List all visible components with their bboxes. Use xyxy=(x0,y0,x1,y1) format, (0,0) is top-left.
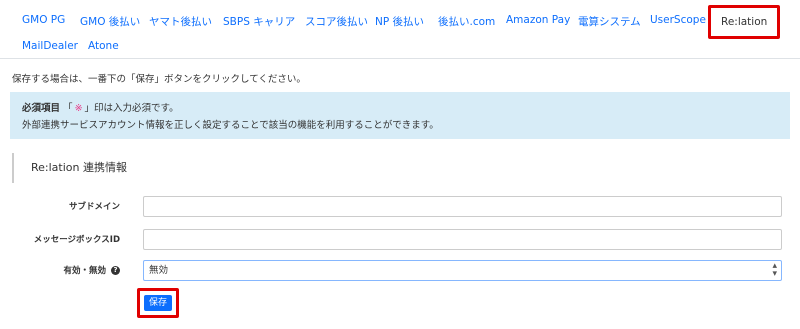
tab-densan-system[interactable]: 電算システム xyxy=(578,14,641,29)
enabled-label-wrap: 有効・無効 ? xyxy=(64,264,120,276)
enabled-label: 有効・無効 xyxy=(63,266,107,276)
subdomain-input[interactable] xyxy=(143,196,782,217)
tab-gmo-atobarai[interactable]: GMO 後払い xyxy=(80,14,140,29)
required-label: 必須項目 xyxy=(22,103,61,114)
required-line: 必須項目 「※ 」印は入力必須です。 xyxy=(22,100,778,117)
help-icon[interactable]: ? xyxy=(111,266,120,275)
alert-description: 外部連携サービスアカウント情報を正しく設定することで該当の機能を利用することがで… xyxy=(22,120,439,131)
tab-gmo-pg[interactable]: GMO PG xyxy=(22,14,65,26)
save-highlight: 保存 xyxy=(137,288,179,318)
service-tabs: GMO PG GMO 後払い ヤマト後払い SBPS キャリア スコア後払い N… xyxy=(0,0,800,59)
subdomain-row: サブドメイン xyxy=(0,196,800,218)
select-arrows-icon: ▴ ▾ xyxy=(772,261,777,279)
tab-score-atobarai[interactable]: スコア後払い xyxy=(305,14,368,29)
tab-atone[interactable]: Atone xyxy=(88,40,119,52)
save-notice: 保存する場合は、一番下の「保存」ボタンをクリックしてください。 xyxy=(12,74,306,85)
info-alert: 必須項目 「※ 」印は入力必須です。 外部連携サービスアカウント情報を正しく設定す… xyxy=(10,92,790,139)
tab-atobarai-com[interactable]: 後払い.com xyxy=(438,14,495,29)
mailbox-label: メッセージボックスID xyxy=(33,235,120,245)
required-close: 」印は入力必須です。 xyxy=(84,103,179,114)
enabled-row: 有効・無効 ? 無効 ▴ ▾ xyxy=(0,260,800,282)
required-open: 「 xyxy=(63,103,73,114)
tab-maildealer[interactable]: MailDealer xyxy=(22,40,78,52)
enabled-select-value: 無効 xyxy=(149,265,169,276)
mailbox-row: メッセージボックスID xyxy=(0,229,800,251)
subdomain-label: サブドメイン xyxy=(68,202,120,212)
enabled-select[interactable]: 無効 ▴ ▾ xyxy=(143,260,782,281)
tab-userscope[interactable]: UserScope xyxy=(650,14,706,26)
tab-amazon-pay[interactable]: Amazon Pay xyxy=(506,14,570,26)
tab-sbps-carrier[interactable]: SBPS キャリア xyxy=(223,14,295,29)
mailbox-id-input[interactable] xyxy=(143,229,782,250)
required-mark: ※ xyxy=(74,103,83,114)
tab-yamato-atobarai[interactable]: ヤマト後払い xyxy=(149,14,212,29)
tab-np-atobarai[interactable]: NP 後払い xyxy=(375,14,424,29)
panel-title: Re:lation 連携情報 xyxy=(12,153,790,183)
tab-relation[interactable]: Re:lation xyxy=(708,5,781,39)
save-button[interactable]: 保存 xyxy=(144,295,172,311)
